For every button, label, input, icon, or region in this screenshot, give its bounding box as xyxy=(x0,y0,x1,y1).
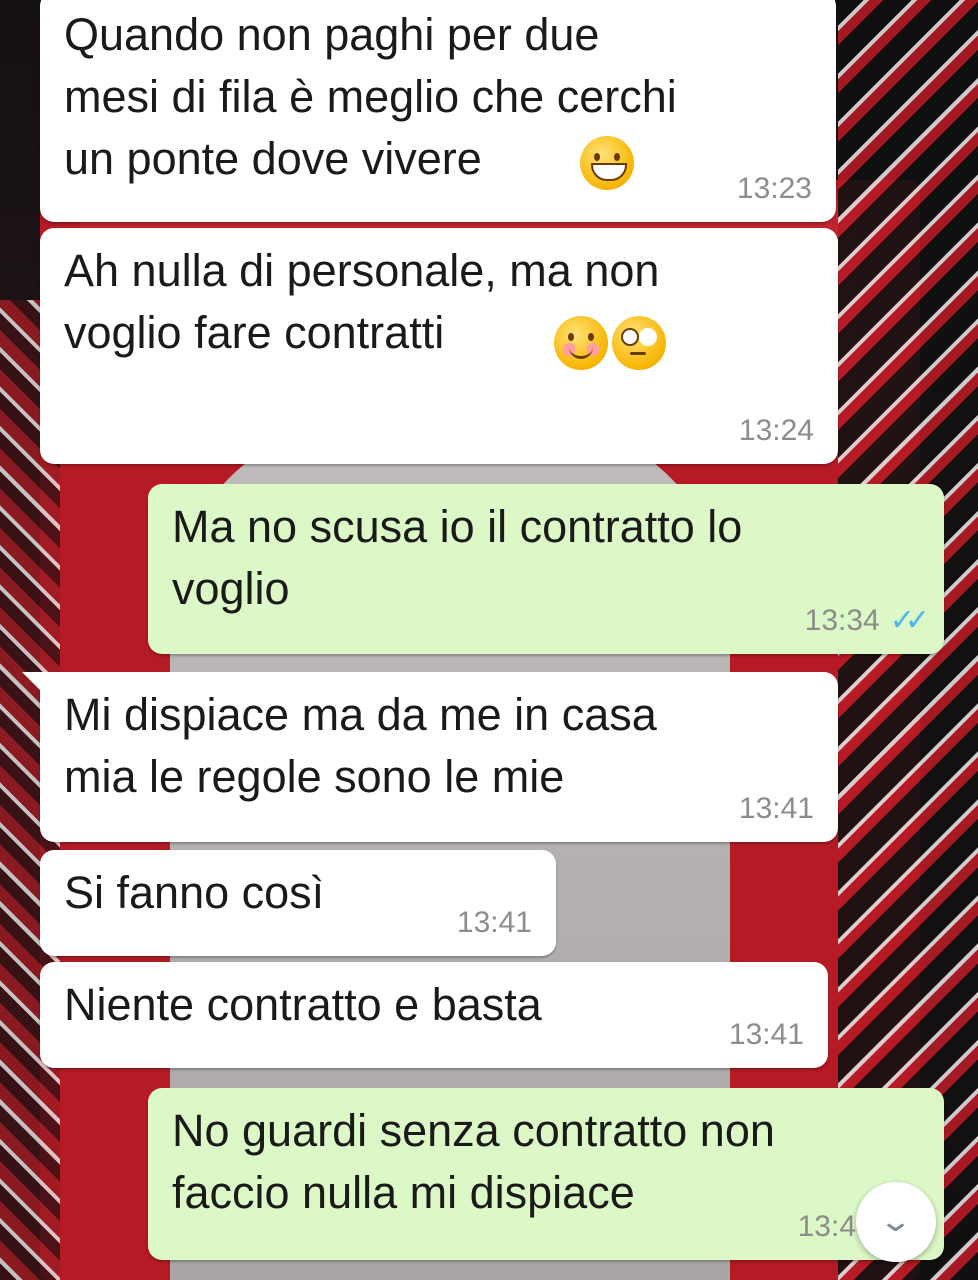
incoming-message[interactable]: Quando non paghi per due mesi di fila è … xyxy=(40,0,836,222)
message-text: Ah nulla di personale, ma non voglio far… xyxy=(64,245,660,358)
message-time: 13:23 xyxy=(736,172,812,205)
message-time: 13:4 xyxy=(797,1210,856,1243)
message-text: Mi dispiace ma da me in casa mia le rego… xyxy=(64,689,657,802)
message-text: No guardi senza contratto non faccio nul… xyxy=(172,1105,775,1218)
outgoing-message[interactable]: No guardi senza contratto non faccio nul… xyxy=(148,1088,944,1260)
incoming-message[interactable]: Mi dispiace ma da me in casa mia le rego… xyxy=(22,672,838,842)
outgoing-message[interactable]: Ma no scusa io il contratto lo voglio 13… xyxy=(148,484,944,654)
message-time: 13:24 xyxy=(738,414,814,447)
eye-roll-emoji xyxy=(612,316,666,370)
message-time: 13:41 xyxy=(728,1018,804,1051)
incoming-message[interactable]: Niente contratto e basta 13:41 xyxy=(40,962,828,1068)
grinning-face-emoji xyxy=(580,136,634,190)
message-text: Ma no scusa io il contratto lo voglio xyxy=(172,501,743,614)
chevron-down-icon: ⌄ xyxy=(878,1205,914,1238)
incoming-message[interactable]: Si fanno così 13:41 xyxy=(40,850,556,956)
read-receipt-icon: ✓✓ xyxy=(889,604,930,637)
smiling-face-emoji xyxy=(554,316,608,370)
message-time: 13:41 xyxy=(456,906,532,939)
message-text: Niente contratto e basta xyxy=(64,979,542,1030)
message-list[interactable]: Quando non paghi per due mesi di fila è … xyxy=(0,0,978,1280)
message-text: Quando non paghi per due mesi di fila è … xyxy=(64,9,677,184)
message-time-row: 13:34 ✓✓ xyxy=(804,604,930,637)
message-time: 13:41 xyxy=(738,792,814,825)
incoming-message[interactable]: Ah nulla di personale, ma non voglio far… xyxy=(40,228,838,464)
scroll-to-bottom-button[interactable]: ⌄ xyxy=(856,1182,936,1262)
message-time: 13:34 xyxy=(804,604,880,637)
